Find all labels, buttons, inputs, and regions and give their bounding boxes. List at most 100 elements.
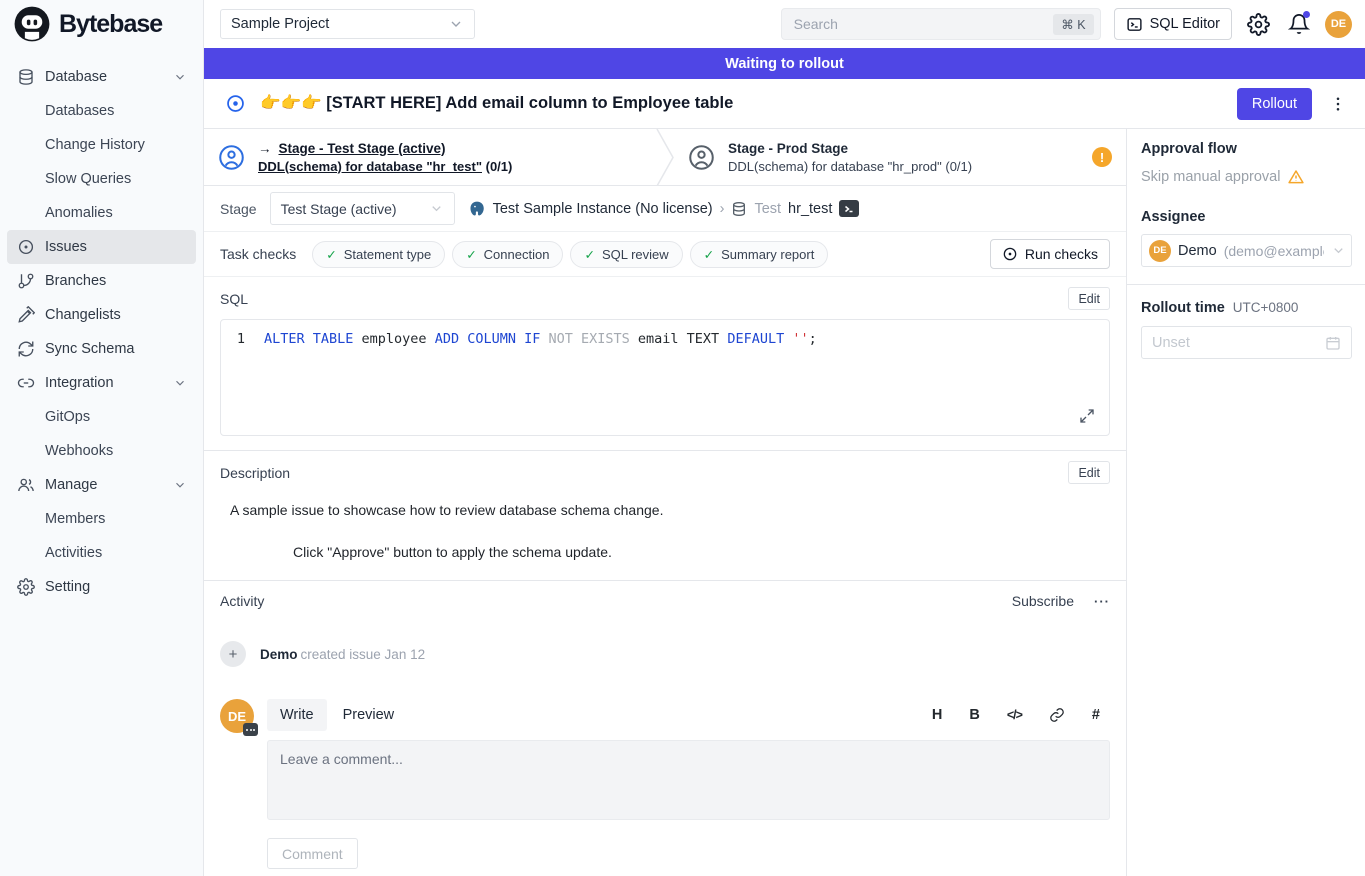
check-pill-label: SQL review <box>602 247 669 262</box>
rollout-time-picker[interactable]: Unset <box>1141 326 1352 359</box>
comment-input[interactable] <box>267 740 1110 820</box>
stage-name-text: Stage - Test Stage (active) <box>279 141 446 156</box>
sidebar-item-anomalies[interactable]: Anomalies <box>7 196 196 230</box>
warning-icon <box>1287 168 1305 186</box>
sidebar-item-label: Sync Schema <box>45 341 134 357</box>
check-pill-sql-review[interactable]: ✓SQL review <box>570 241 682 268</box>
subscribe-button[interactable]: Subscribe <box>1012 593 1074 609</box>
search-box[interactable]: ⌘ K <box>781 8 1101 40</box>
changelist-icon <box>16 306 35 325</box>
notifications-button[interactable] <box>1285 11 1312 38</box>
app-root: Bytebase Database Databases Change Histo… <box>0 0 1365 876</box>
database-name[interactable]: hr_test <box>788 201 832 217</box>
project-select[interactable]: Sample Project <box>220 9 475 39</box>
sidebar-item-issues[interactable]: Issues <box>7 230 196 264</box>
sidebar-item-changelists[interactable]: Changelists <box>7 298 196 332</box>
line-number: 1 <box>233 331 245 347</box>
status-banner-text: Waiting to rollout <box>725 56 844 72</box>
gear-icon <box>1247 13 1270 36</box>
comment-button[interactable]: Comment <box>267 838 358 869</box>
sidebar-item-label: Changelists <box>45 307 121 323</box>
issue-header: 👉👉👉 [START HERE] Add email column to Emp… <box>204 79 1365 129</box>
sql-code-block[interactable]: 1ALTER TABLE employee ADD COLUMN IF NOT … <box>220 319 1110 436</box>
environment-name: Test <box>754 201 781 217</box>
stage-task-text: DDL(schema) for database "hr_test" <box>258 159 482 174</box>
attention-icon: ! <box>1092 147 1112 167</box>
bold-button[interactable]: B <box>969 707 979 723</box>
assignee-select[interactable]: DE Demo (demo@example <box>1141 234 1352 267</box>
stage-card-text: Stage - Prod Stage DDL(schema) for datab… <box>728 141 972 174</box>
expand-icon[interactable] <box>1079 408 1095 424</box>
sidebar-item-database[interactable]: Database <box>7 60 196 94</box>
sql-code-line: 1ALTER TABLE employee ADD COLUMN IF NOT … <box>233 331 1097 347</box>
check-pill-connection[interactable]: ✓Connection <box>452 241 563 268</box>
user-avatar[interactable]: DE <box>1325 11 1352 38</box>
sidebar-item-sync-schema[interactable]: Sync Schema <box>7 332 196 366</box>
link-button[interactable] <box>1049 707 1065 723</box>
stage-person-icon <box>688 144 715 171</box>
sql-token: NOT EXISTS <box>540 331 629 347</box>
sidebar-item-label: Branches <box>45 273 106 289</box>
run-checks-button[interactable]: Run checks <box>990 239 1110 269</box>
activity-label: Activity <box>220 593 264 609</box>
assignee-label: Assignee <box>1141 209 1352 225</box>
sidebar-item-setting[interactable]: Setting <box>7 570 196 604</box>
description-section: Description Edit A sample issue to showc… <box>204 450 1126 580</box>
breadcrumb-separator: › <box>720 201 725 217</box>
sidebar-item-integration[interactable]: Integration <box>7 366 196 400</box>
check-pill-label: Summary report <box>721 247 814 262</box>
check-pill-summary-report[interactable]: ✓ Summary report <box>690 241 829 268</box>
calendar-icon <box>1325 335 1341 351</box>
database-icon <box>16 68 35 87</box>
instance-name[interactable]: Test Sample Instance (No license) <box>493 201 713 217</box>
sql-edit-button[interactable]: Edit <box>1068 287 1110 310</box>
search-input[interactable] <box>794 16 1046 32</box>
stage-card-test[interactable]: → Stage - Test Stage (active) DDL(schema… <box>204 129 656 185</box>
chevron-down-icon <box>429 201 444 216</box>
sql-section-head: SQL Edit <box>220 287 1110 310</box>
rollout-time-placeholder: Unset <box>1152 335 1190 351</box>
composer-toolbar-row: Write Preview H B </> # <box>267 699 1110 731</box>
sidebar-item-change-history[interactable]: Change History <box>7 128 196 162</box>
sidebar-item-members[interactable]: Members <box>7 502 196 536</box>
check-pill-statement-type[interactable]: ✓Statement type <box>312 241 445 268</box>
brand-name: Bytebase <box>59 10 162 39</box>
sidebar-item-branches[interactable]: Branches <box>7 264 196 298</box>
stage-pipeline: → Stage - Test Stage (active) DDL(schema… <box>204 129 1126 186</box>
activity-action: created issue Jan 12 <box>301 647 426 662</box>
sidebar-item-webhooks[interactable]: Webhooks <box>7 434 196 468</box>
tab-preview[interactable]: Preview <box>330 699 408 731</box>
check-pill-label: Connection <box>484 247 550 262</box>
rollout-button[interactable]: Rollout <box>1237 88 1312 120</box>
settings-button[interactable] <box>1245 11 1272 38</box>
sidebar-item-slow-queries[interactable]: Slow Queries <box>7 162 196 196</box>
heading-button[interactable]: H <box>932 707 942 723</box>
hash-button[interactable]: # <box>1092 707 1100 723</box>
check-passed-icon: ✓ <box>704 247 714 262</box>
composer-body: Write Preview H B </> # <box>267 699 1110 869</box>
sidebar-item-gitops[interactable]: GitOps <box>7 400 196 434</box>
notification-dot <box>1303 11 1310 18</box>
description-edit-button[interactable]: Edit <box>1068 461 1110 484</box>
sidebar-item-databases[interactable]: Databases <box>7 94 196 128</box>
sidebar-item-label: Change History <box>45 137 145 153</box>
rollout-time-row: Rollout time UTC+0800 <box>1141 300 1352 316</box>
activity-menu-button[interactable]: ··· <box>1094 594 1110 609</box>
code-button[interactable]: </> <box>1007 708 1022 722</box>
brand-header[interactable]: Bytebase <box>0 0 203 48</box>
open-sql-editor-icon[interactable] <box>839 200 859 217</box>
tab-write[interactable]: Write <box>267 699 327 731</box>
sidebar-item-manage[interactable]: Manage <box>7 468 196 502</box>
sidebar-item-label: Activities <box>45 545 102 561</box>
stage-card-prod[interactable]: Stage - Prod Stage DDL(schema) for datab… <box>674 129 1126 185</box>
description-label: Description <box>220 465 290 481</box>
stage-task-text: DDL(schema) for database "hr_prod" <box>728 159 942 174</box>
stage-select-value: Test Stage (active) <box>281 201 397 217</box>
stage-select[interactable]: Test Stage (active) <box>270 192 455 225</box>
sidebar-item-label: GitOps <box>45 409 90 425</box>
sidebar-item-activities[interactable]: Activities <box>7 536 196 570</box>
sync-icon <box>16 340 35 359</box>
main-area: Sample Project ⌘ K SQL Editor DE <box>204 0 1365 876</box>
issue-menu-button[interactable] <box>1326 92 1350 116</box>
sql-editor-button[interactable]: SQL Editor <box>1114 8 1232 40</box>
